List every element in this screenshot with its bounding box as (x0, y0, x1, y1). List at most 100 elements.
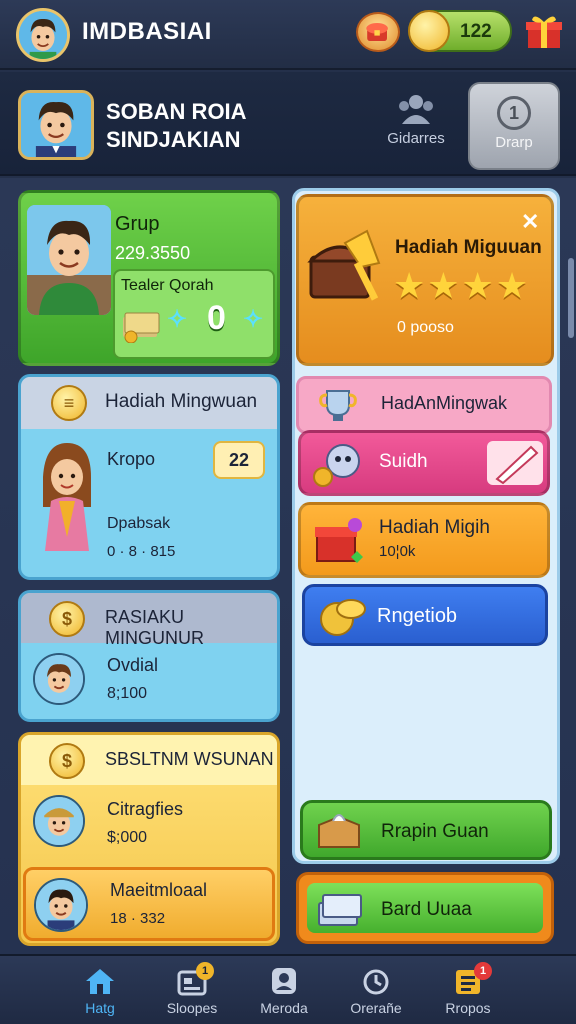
coin-icon: $ (49, 743, 85, 779)
scrollbar[interactable] (568, 258, 574, 338)
treasure-icon (366, 23, 388, 41)
blue-action-button[interactable]: Rngetiob (302, 584, 548, 646)
group-number: 1 (497, 96, 531, 130)
nav-profile-label: Meroda (260, 1000, 308, 1016)
badge-label: Tealer Qorah (121, 277, 214, 294)
robot-icon (313, 444, 360, 487)
orange-action-label: Bard Uuaa (381, 899, 472, 920)
nav-home[interactable]: Hatg (54, 966, 146, 1024)
avatar (33, 795, 85, 847)
player-avatar[interactable] (16, 8, 70, 62)
sword-icon (487, 441, 543, 485)
yellow-subcard[interactable]: Maeitmloaal 18 · 332 (23, 867, 275, 941)
reward-stars: ★★★★ (393, 265, 531, 306)
green-action-label: Rrapin Guan (381, 821, 489, 842)
coin-icon: $ (49, 601, 85, 637)
player-name-line1: SOBAN ROIA (106, 99, 247, 124)
weekly-gift-card[interactable]: ≡ Hadiah Mingwuan Kropo 22 Dpabsak 0 · 8… (18, 374, 280, 580)
slate-title: RASIAKU MINGUNUR (105, 607, 204, 648)
yellow-row-value: $;000 (107, 829, 148, 846)
home-icon (86, 969, 114, 994)
player-name: SOBAN ROIA SINDJAKIAN (106, 98, 247, 154)
slate-row-title: Ovdial (107, 655, 159, 675)
sparkle-icon: ✧ (243, 306, 264, 333)
group-value: 229.3550 (115, 243, 191, 263)
nav-shop[interactable]: 1 Sloopes (146, 962, 238, 1024)
face-icon (27, 205, 111, 315)
group-card[interactable]: Grup 229.3550 Tealer Qorah ✧ 0 ✧ (18, 190, 280, 366)
weekly-gift-resources: 0 · 8 · 815 (107, 543, 176, 560)
game-title: IMDBASIAI (82, 18, 212, 45)
coin-counter[interactable]: 122 (408, 10, 512, 52)
avatar (34, 878, 88, 932)
nav-profile[interactable]: Meroda (238, 966, 330, 1024)
yellow-card[interactable]: $ SBSLTNM WSUNAN Citragfies $;000 Maeitm… (18, 732, 280, 946)
badge-big-value: 0 (207, 299, 226, 337)
sparkle-icon: ✧ (167, 306, 188, 333)
orange-action-button[interactable]: Bard Uuaa (296, 872, 554, 944)
gift-box-icon[interactable] (522, 12, 566, 52)
slate-card[interactable]: $ RASIAKU MINGUNUR Ovdial 8;100 (18, 590, 280, 722)
yellow-sub-title: Maeitmloaal (110, 880, 208, 900)
top-bar: IMDBASIAI 122 (0, 0, 576, 70)
clock-icon (363, 969, 389, 995)
weekly-gift-title: Hadiah Mingwuan (105, 391, 258, 412)
face-icon (21, 93, 91, 157)
group-label: Drarp (495, 134, 533, 151)
weekly-gift-subtitle: Dpabsak (107, 515, 171, 532)
group-button[interactable]: 1 Drarp (468, 82, 560, 170)
reward-footer: 0 pooso (397, 319, 454, 336)
nav-events[interactable]: Orerañe (330, 966, 422, 1024)
weekly-list-header: HadAnMingwak (296, 376, 552, 434)
weekly-gift-pill: 22 (213, 441, 265, 479)
yellow-row-title: Citragfies (107, 799, 184, 819)
nav-events-label: Orerañe (350, 1000, 402, 1016)
avatar (33, 653, 85, 705)
coin-icon (408, 10, 450, 52)
reward-card[interactable]: Hadiah Miguuan ★★★★ 0 pooso ✕ (296, 194, 554, 366)
nav-home-label: Hatg (85, 1000, 115, 1016)
face-icon (35, 797, 83, 845)
face-icon (35, 655, 83, 703)
cash-stack-icon (318, 894, 362, 926)
close-icon[interactable]: ✕ (521, 209, 539, 235)
slate-row-value: 8;100 (107, 685, 148, 702)
group-avatar (27, 205, 111, 315)
nav-rewards[interactable]: 1 Rropos (422, 962, 514, 1024)
nav-shop-label: Sloopes (166, 1000, 218, 1016)
treasure-chest-icon (307, 229, 381, 301)
suidh-title: Suidh (379, 451, 428, 472)
clan-label: Gidarres (387, 130, 445, 147)
profile-avatar[interactable] (18, 90, 94, 160)
clan-button[interactable]: Gidarres (384, 92, 448, 162)
group-badge: Tealer Qorah ✧ 0 ✧ (113, 269, 275, 359)
hadiah-row[interactable]: Hadiah Migih 10¦0k (298, 502, 550, 578)
green-action-button[interactable]: Rrapin Guan (300, 800, 552, 860)
weekly-gift-name: Kropo (107, 449, 156, 469)
profile-icon (272, 968, 296, 994)
box-icon (318, 814, 360, 848)
reward-title: Hadiah Miguuan (395, 237, 542, 258)
yellow-sub-value: 18 · 332 (110, 910, 166, 927)
bottom-nav: Hatg 1 Sloopes Meroda Orerañe 1 Rropos (0, 954, 576, 1024)
hadiah-subtitle: 10¦0k (379, 543, 416, 560)
coin-icon: ≡ (51, 385, 87, 421)
face-icon (36, 880, 86, 930)
yellow-title: SBSLTNM WSUNAN (105, 749, 274, 769)
group-icon (399, 95, 433, 124)
gift-box-icon (315, 518, 363, 563)
nav-rewards-badge: 1 (474, 962, 492, 980)
group-title: Grup (115, 213, 160, 235)
blue-action-label: Rngetiob (377, 605, 458, 627)
suidh-row[interactable]: Suidh (298, 430, 550, 496)
cash-stack-icon (123, 312, 160, 343)
coin-amount: 122 (460, 21, 492, 42)
nav-rewards-label: Rropos (445, 1000, 491, 1016)
trophy-icon (319, 390, 357, 421)
hadiah-title: Hadiah Migih (379, 517, 490, 538)
weekly-list-title: HadAnMingwak (381, 393, 508, 413)
nav-shop-badge: 1 (196, 962, 214, 980)
character-girl-icon (43, 443, 91, 551)
coins-icon (320, 599, 366, 636)
treasure-button[interactable] (356, 12, 400, 52)
